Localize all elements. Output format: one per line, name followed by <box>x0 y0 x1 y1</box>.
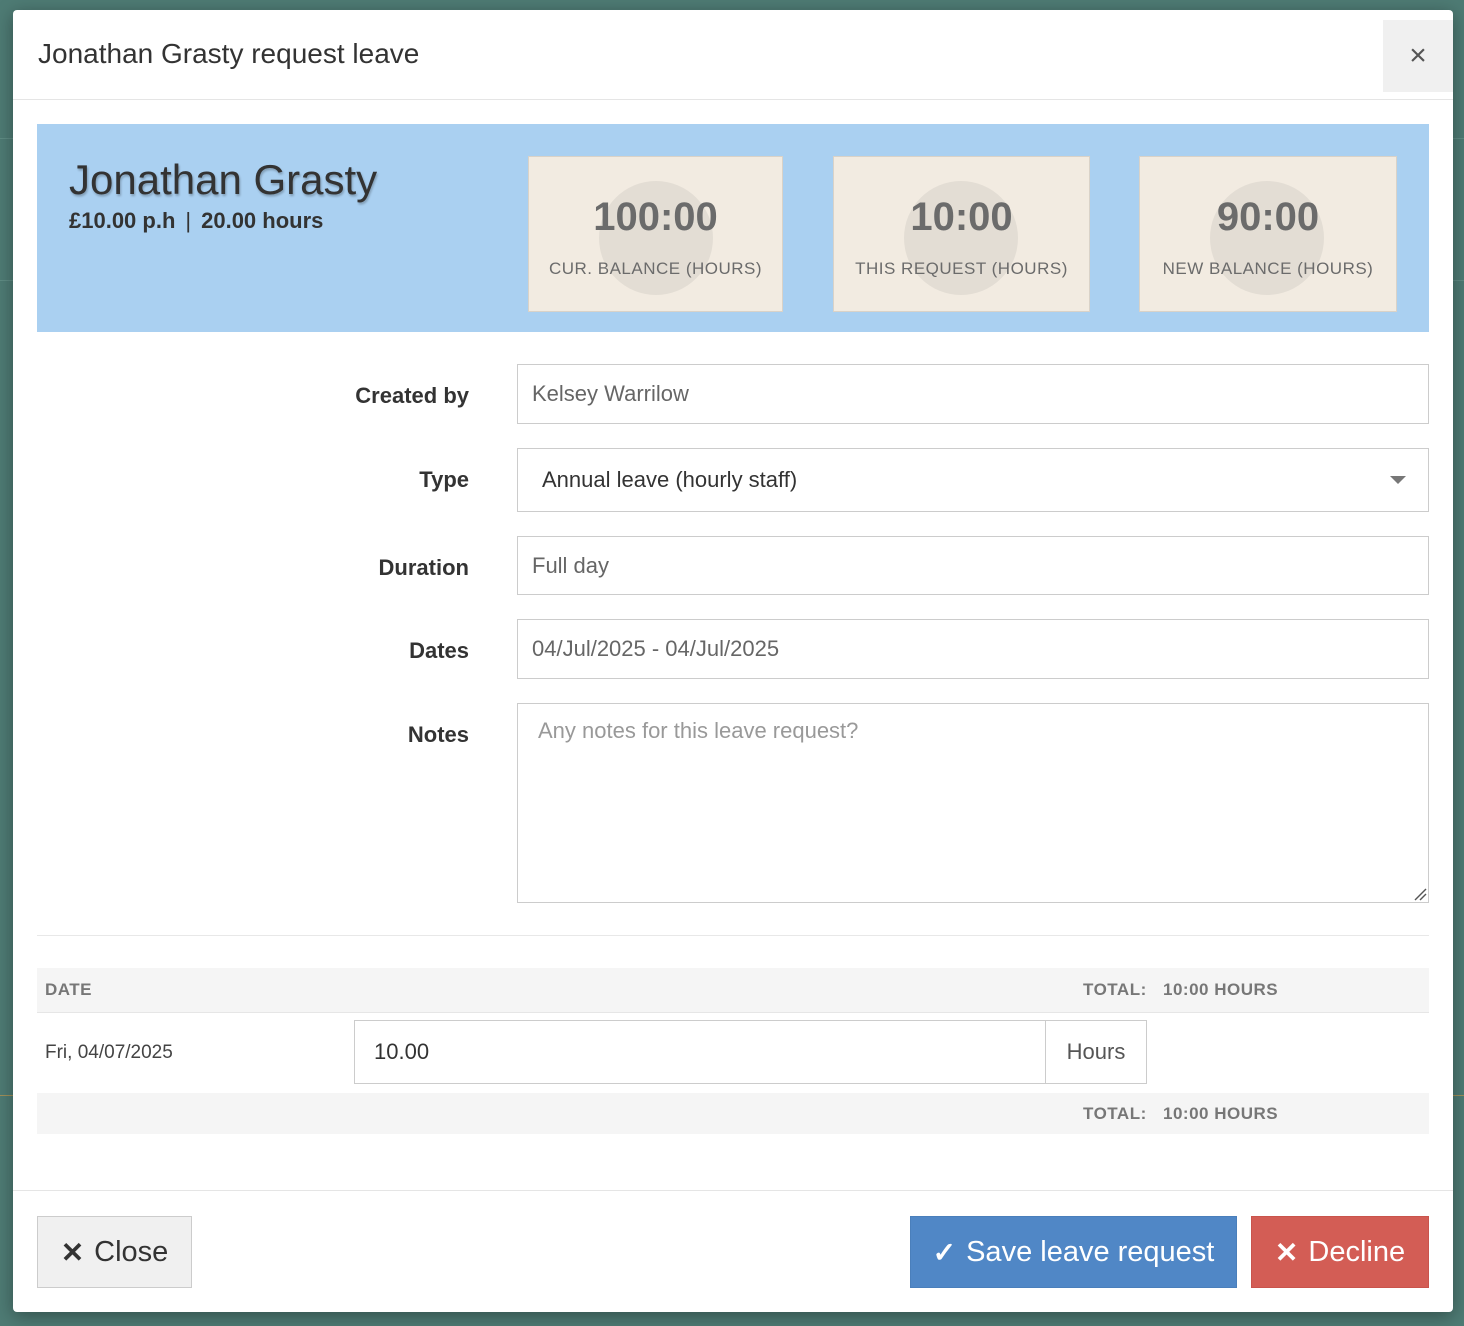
table-header: DATE TOTAL: 10:00 HOURS <box>37 968 1429 1013</box>
duration-label: Duration <box>378 555 469 580</box>
stat-this-request: 10:00 THIS REQUEST (HOURS) <box>833 156 1090 312</box>
notes-textarea[interactable]: Any notes for this leave request? <box>517 703 1429 903</box>
notes-label: Notes <box>407 722 469 747</box>
employee-banner: Jonathan Grasty £10.00 p.h | 20.00 hours 1… <box>37 124 1429 332</box>
stat-value: 10:00 <box>910 195 1013 239</box>
stat-value: 100:00 <box>593 195 718 239</box>
chevron-down-icon <box>1390 476 1406 484</box>
employee-name: Jonathan Grasty <box>69 156 378 203</box>
employee-hours: 20.00 hours <box>201 208 324 233</box>
hours-unit-addon: Hours <box>1045 1020 1147 1084</box>
stat-current-balance: 100:00 CUR. BALANCE (HOURS) <box>528 156 783 312</box>
close-button-label: Close <box>94 1235 169 1268</box>
save-leave-request-button[interactable]: ✓ Save leave request <box>910 1216 1237 1288</box>
table-row-date: Fri, 04/07/2025 <box>45 1042 173 1063</box>
dates-label: Dates <box>409 638 469 663</box>
duration-field: Full day <box>517 536 1429 595</box>
check-icon: ✓ <box>932 1236 957 1268</box>
stat-label: CUR. BALANCE (HOURS) <box>548 259 763 278</box>
close-icon: ✕ <box>1274 1236 1299 1268</box>
modal-header: Jonathan Grasty request leave × <box>13 10 1453 100</box>
stat-label: THIS REQUEST (HOURS) <box>855 259 1068 278</box>
modal-title: Jonathan Grasty request leave <box>38 38 420 69</box>
total-value: 10:00 HOURS <box>1163 980 1279 999</box>
table-footer: TOTAL: 10:00 HOURS <box>37 1093 1429 1134</box>
type-label: Type <box>419 467 469 492</box>
stat-new-balance: 90:00 NEW BALANCE (HOURS) <box>1139 156 1397 312</box>
employee-meta: £10.00 p.h | 20.00 hours <box>69 208 323 234</box>
stat-value: 90:00 <box>1216 195 1320 239</box>
dates-field: 04/Jul/2025 - 04/Jul/2025 <box>517 619 1429 679</box>
decline-button[interactable]: ✕ Decline <box>1251 1216 1429 1288</box>
decline-button-label: Decline <box>1308 1235 1406 1268</box>
close-button[interactable]: ✕ Close <box>37 1216 192 1288</box>
section-divider <box>37 935 1429 936</box>
modal-footer: ✕ Close ✓ Save leave request ✕ Decline <box>13 1190 1453 1312</box>
total-label: TOTAL: <box>1083 980 1147 999</box>
type-select[interactable]: Annual leave (hourly staff) <box>517 448 1429 512</box>
date-column-header: DATE <box>45 980 93 999</box>
total-label: TOTAL: <box>1083 1104 1147 1123</box>
stat-label: NEW BALANCE (HOURS) <box>1162 259 1374 278</box>
meta-separator: | <box>185 208 192 233</box>
resize-handle-icon[interactable] <box>1413 887 1427 901</box>
created-by-field: Kelsey Warrilow <box>517 364 1429 424</box>
employee-rate: £10.00 p.h <box>69 208 176 233</box>
type-select-value: Annual leave (hourly staff) <box>542 467 798 492</box>
close-icon[interactable]: × <box>1383 20 1453 92</box>
close-icon: ✕ <box>60 1236 85 1268</box>
save-button-label: Save leave request <box>966 1235 1215 1268</box>
hours-input[interactable]: 10.00 <box>354 1020 1046 1084</box>
created-by-label: Created by <box>355 383 469 408</box>
leave-request-modal: Jonathan Grasty request leave × Jonathan… <box>13 10 1453 1312</box>
total-value: 10:00 HOURS <box>1163 1104 1279 1123</box>
